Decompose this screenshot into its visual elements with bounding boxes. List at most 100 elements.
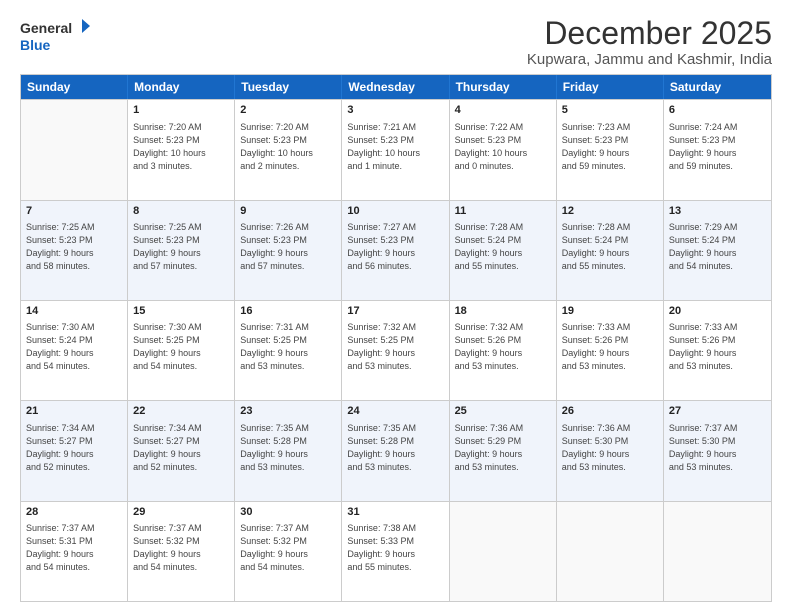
day-number: 1 xyxy=(133,103,229,118)
calendar-cell: 9Sunrise: 7:26 AM Sunset: 5:23 PM Daylig… xyxy=(235,201,342,300)
day-number: 15 xyxy=(133,304,229,319)
logo-svg: General Blue xyxy=(20,16,90,56)
header-cell-monday: Monday xyxy=(128,75,235,99)
day-number: 9 xyxy=(240,204,336,219)
calendar: SundayMondayTuesdayWednesdayThursdayFrid… xyxy=(20,74,772,602)
title-block: December 2025 Kupwara, Jammu and Kashmir… xyxy=(527,16,772,68)
calendar-cell: 4Sunrise: 7:22 AM Sunset: 5:23 PM Daylig… xyxy=(450,100,557,199)
day-info: Sunrise: 7:36 AM Sunset: 5:30 PM Dayligh… xyxy=(562,422,658,474)
day-info: Sunrise: 7:30 AM Sunset: 5:24 PM Dayligh… xyxy=(26,321,122,373)
sub-title: Kupwara, Jammu and Kashmir, India xyxy=(527,51,772,68)
calendar-cell: 26 Sunrise: 7:36 AM Sunset: 5:30 PM Dayli… xyxy=(557,401,664,500)
day-number: 12 xyxy=(562,204,658,219)
day-info: Sunrise: 7:28 AM Sunset: 5:24 PM Dayligh… xyxy=(455,221,551,273)
day-number: 21 xyxy=(26,404,122,419)
calendar-cell: 24Sunrise: 7:35 AM Sunset: 5:28 PM Dayli… xyxy=(342,401,449,500)
calendar-row: 28Sunrise: 7:37 AM Sunset: 5:31 PM Dayli… xyxy=(21,501,771,601)
day-info: Sunrise: 7:28 AM Sunset: 5:24 PM Dayligh… xyxy=(562,221,658,273)
day-number: 11 xyxy=(455,204,551,219)
day-info: Sunrise: 7:20 AM Sunset: 5:23 PM Dayligh… xyxy=(133,121,229,173)
header-cell-friday: Friday xyxy=(557,75,664,99)
day-number: 26 xyxy=(562,404,658,419)
day-info: Sunrise: 7:29 AM Sunset: 5:24 PM Dayligh… xyxy=(669,221,766,273)
calendar-cell: 19Sunrise: 7:33 AM Sunset: 5:26 PM Dayli… xyxy=(557,301,664,400)
calendar-cell: 21 Sunrise: 7:34 AM Sunset: 5:27 PM Dayli… xyxy=(21,401,128,500)
day-info: Sunrise: 7:38 AM Sunset: 5:33 PM Dayligh… xyxy=(347,522,443,574)
day-number: 25 xyxy=(455,404,551,419)
header-cell-thursday: Thursday xyxy=(450,75,557,99)
day-number: 24 xyxy=(347,404,443,419)
header-cell-tuesday: Tuesday xyxy=(235,75,342,99)
day-number: 29 xyxy=(133,505,229,520)
calendar-row: 14 Sunrise: 7:30 AM Sunset: 5:24 PM Dayli… xyxy=(21,300,771,400)
day-info: Sunrise: 7:35 AM Sunset: 5:28 PM Dayligh… xyxy=(240,422,336,474)
calendar-cell: 5 Sunrise: 7:23 AM Sunset: 5:23 PM Daylig… xyxy=(557,100,664,199)
day-number: 31 xyxy=(347,505,443,520)
day-number: 22 xyxy=(133,404,229,419)
day-info: Sunrise: 7:34 AM Sunset: 5:27 PM Dayligh… xyxy=(26,422,122,474)
day-info: Sunrise: 7:33 AM Sunset: 5:26 PM Dayligh… xyxy=(669,321,766,373)
calendar-header: SundayMondayTuesdayWednesdayThursdayFrid… xyxy=(21,75,771,99)
day-info: Sunrise: 7:37 AM Sunset: 5:32 PM Dayligh… xyxy=(133,522,229,574)
day-number: 20 xyxy=(669,304,766,319)
day-number: 8 xyxy=(133,204,229,219)
day-number: 13 xyxy=(669,204,766,219)
calendar-cell: 28Sunrise: 7:37 AM Sunset: 5:31 PM Dayli… xyxy=(21,502,128,601)
logo: General Blue xyxy=(20,16,90,56)
calendar-cell: 6 Sunrise: 7:24 AM Sunset: 5:23 PM Daylig… xyxy=(664,100,771,199)
day-number: 23 xyxy=(240,404,336,419)
calendar-cell: 25 Sunrise: 7:36 AM Sunset: 5:29 PM Dayli… xyxy=(450,401,557,500)
calendar-cell xyxy=(450,502,557,601)
day-number: 6 xyxy=(669,103,766,118)
header-cell-sunday: Sunday xyxy=(21,75,128,99)
day-number: 17 xyxy=(347,304,443,319)
day-number: 3 xyxy=(347,103,443,118)
calendar-cell: 17Sunrise: 7:32 AM Sunset: 5:25 PM Dayli… xyxy=(342,301,449,400)
day-number: 28 xyxy=(26,505,122,520)
calendar-cell: 3 Sunrise: 7:21 AM Sunset: 5:23 PM Daylig… xyxy=(342,100,449,199)
day-number: 18 xyxy=(455,304,551,319)
calendar-cell xyxy=(557,502,664,601)
day-info: Sunrise: 7:32 AM Sunset: 5:26 PM Dayligh… xyxy=(455,321,551,373)
header-cell-wednesday: Wednesday xyxy=(342,75,449,99)
calendar-cell: 22Sunrise: 7:34 AM Sunset: 5:27 PM Dayli… xyxy=(128,401,235,500)
calendar-row: 1 Sunrise: 7:20 AM Sunset: 5:23 PM Daylig… xyxy=(21,99,771,199)
calendar-row: 7Sunrise: 7:25 AM Sunset: 5:23 PM Daylig… xyxy=(21,200,771,300)
page: General Blue December 2025 Kupwara, Jamm… xyxy=(0,0,792,612)
calendar-cell: 31 Sunrise: 7:38 AM Sunset: 5:33 PM Dayli… xyxy=(342,502,449,601)
calendar-cell: 11 Sunrise: 7:28 AM Sunset: 5:24 PM Dayli… xyxy=(450,201,557,300)
calendar-cell: 15 Sunrise: 7:30 AM Sunset: 5:25 PM Dayli… xyxy=(128,301,235,400)
calendar-cell: 12 Sunrise: 7:28 AM Sunset: 5:24 PM Dayli… xyxy=(557,201,664,300)
day-info: Sunrise: 7:20 AM Sunset: 5:23 PM Dayligh… xyxy=(240,121,336,173)
day-info: Sunrise: 7:24 AM Sunset: 5:23 PM Dayligh… xyxy=(669,121,766,173)
svg-text:Blue: Blue xyxy=(20,37,51,53)
svg-text:General: General xyxy=(20,20,72,36)
calendar-cell: 7Sunrise: 7:25 AM Sunset: 5:23 PM Daylig… xyxy=(21,201,128,300)
day-info: Sunrise: 7:30 AM Sunset: 5:25 PM Dayligh… xyxy=(133,321,229,373)
day-number: 30 xyxy=(240,505,336,520)
calendar-cell: 30Sunrise: 7:37 AM Sunset: 5:32 PM Dayli… xyxy=(235,502,342,601)
calendar-cell: 13 Sunrise: 7:29 AM Sunset: 5:24 PM Dayli… xyxy=(664,201,771,300)
calendar-cell: 10 Sunrise: 7:27 AM Sunset: 5:23 PM Dayli… xyxy=(342,201,449,300)
day-number: 14 xyxy=(26,304,122,319)
calendar-cell: 14 Sunrise: 7:30 AM Sunset: 5:24 PM Dayli… xyxy=(21,301,128,400)
day-info: Sunrise: 7:27 AM Sunset: 5:23 PM Dayligh… xyxy=(347,221,443,273)
day-number: 7 xyxy=(26,204,122,219)
day-number: 10 xyxy=(347,204,443,219)
calendar-cell: 2 Sunrise: 7:20 AM Sunset: 5:23 PM Daylig… xyxy=(235,100,342,199)
day-number: 5 xyxy=(562,103,658,118)
day-info: Sunrise: 7:21 AM Sunset: 5:23 PM Dayligh… xyxy=(347,121,443,173)
calendar-body: 1 Sunrise: 7:20 AM Sunset: 5:23 PM Daylig… xyxy=(21,99,771,601)
day-info: Sunrise: 7:23 AM Sunset: 5:23 PM Dayligh… xyxy=(562,121,658,173)
day-info: Sunrise: 7:33 AM Sunset: 5:26 PM Dayligh… xyxy=(562,321,658,373)
calendar-cell: 16Sunrise: 7:31 AM Sunset: 5:25 PM Dayli… xyxy=(235,301,342,400)
header-cell-saturday: Saturday xyxy=(664,75,771,99)
day-number: 16 xyxy=(240,304,336,319)
calendar-cell xyxy=(664,502,771,601)
day-number: 2 xyxy=(240,103,336,118)
calendar-cell: 27Sunrise: 7:37 AM Sunset: 5:30 PM Dayli… xyxy=(664,401,771,500)
calendar-cell: 23 Sunrise: 7:35 AM Sunset: 5:28 PM Dayli… xyxy=(235,401,342,500)
day-info: Sunrise: 7:36 AM Sunset: 5:29 PM Dayligh… xyxy=(455,422,551,474)
calendar-cell: 20 Sunrise: 7:33 AM Sunset: 5:26 PM Dayli… xyxy=(664,301,771,400)
calendar-cell xyxy=(21,100,128,199)
